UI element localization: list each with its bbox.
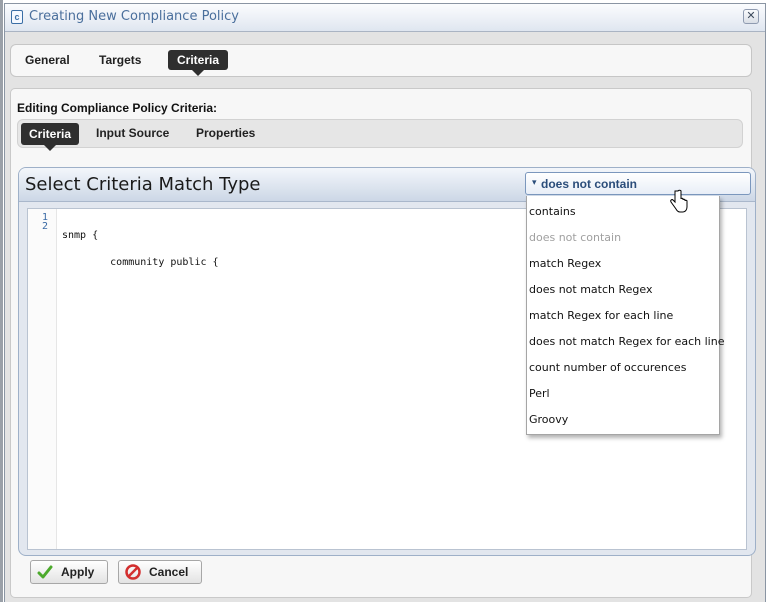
line-number-gutter: 1 2 (28, 209, 57, 549)
hand-cursor-icon (670, 189, 688, 213)
sub-tab-bar: Criteria Input Source Properties (17, 119, 743, 151)
tab-general[interactable]: General (25, 53, 70, 67)
option-match-regex-each-line[interactable]: match Regex for each line (529, 309, 673, 322)
main-tab-bar: General Targets Criteria (10, 44, 752, 77)
match-type-select[interactable]: ▾ does not contain (525, 172, 751, 195)
code-line: community public { (62, 257, 219, 268)
close-icon[interactable]: ✕ (743, 9, 759, 24)
app-icon: c (11, 10, 23, 24)
subtab-properties[interactable]: Properties (196, 126, 255, 140)
section-heading: Editing Compliance Policy Criteria: (17, 101, 218, 115)
option-does-not-match-regex[interactable]: does not match Regex (529, 283, 653, 296)
option-perl[interactable]: Perl (529, 387, 550, 400)
code-line: snmp { (62, 230, 99, 241)
subtab-criteria[interactable]: Criteria (21, 123, 80, 151)
apply-button[interactable]: Apply (30, 560, 108, 584)
option-groovy[interactable]: Groovy (529, 413, 568, 426)
match-type-dropdown: contains does not contain match Regex do… (526, 196, 724, 435)
cancel-button[interactable]: Cancel (118, 560, 202, 584)
window-title: Creating New Compliance Policy (29, 9, 239, 24)
checkmark-icon (37, 565, 53, 579)
apply-label: Apply (61, 565, 95, 579)
option-count-occurences[interactable]: count number of occurences (529, 361, 686, 374)
option-does-not-contain: does not contain (529, 231, 622, 244)
cancel-label: Cancel (149, 565, 189, 579)
subtab-input-source[interactable]: Input Source (96, 126, 169, 140)
option-match-regex[interactable]: match Regex (529, 257, 601, 270)
tab-criteria[interactable]: Criteria (168, 50, 229, 76)
option-contains[interactable]: contains (529, 205, 576, 218)
option-does-not-match-regex-each-line[interactable]: does not match Regex for each line (529, 335, 724, 348)
code-text[interactable]: snmp { community public { (62, 213, 219, 285)
chevron-down-icon: ▾ (532, 177, 537, 187)
background-edge (0, 0, 3, 602)
tab-targets[interactable]: Targets (99, 53, 141, 67)
line-number: 2 (41, 221, 48, 232)
title-bar: c Creating New Compliance Policy ✕ (5, 4, 765, 32)
cancel-icon (125, 564, 141, 580)
match-type-value: does not contain (541, 177, 637, 191)
panel-title: Select Criteria Match Type (25, 174, 261, 195)
